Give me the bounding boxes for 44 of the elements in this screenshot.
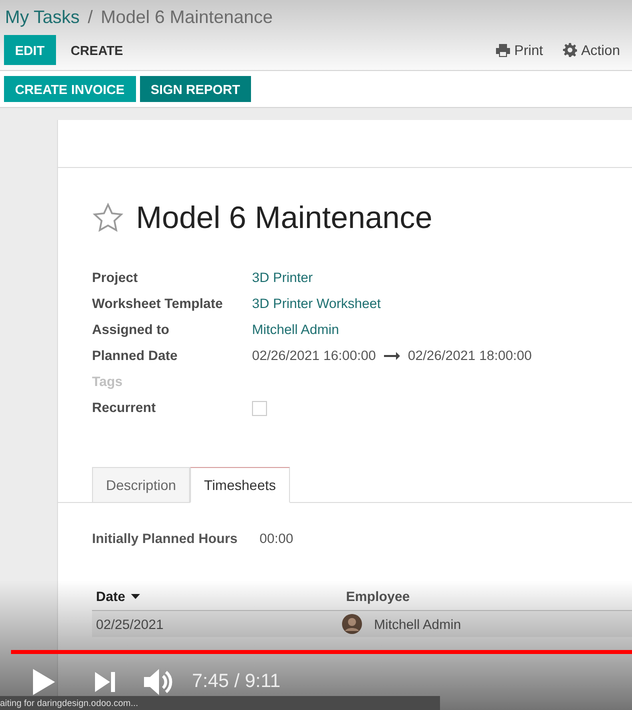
volume-button[interactable] xyxy=(144,668,174,696)
printer-icon xyxy=(496,44,510,56)
task-title: Model 6 Maintenance xyxy=(136,200,432,236)
column-header[interactable]: Employee xyxy=(342,588,632,604)
start-date: 02/26/2021 16:00:00 xyxy=(252,347,376,365)
time-display: 7:45 / 9:11 xyxy=(192,671,280,693)
table-cell-text: Mitchell Admin xyxy=(373,616,462,632)
play-button[interactable] xyxy=(33,669,55,695)
print-button[interactable]: Print xyxy=(488,42,552,58)
tab[interactable]: Description xyxy=(92,467,190,503)
field-label: Assigned to xyxy=(92,321,170,339)
field-value: 00:00 xyxy=(258,531,294,546)
field-label: Tags xyxy=(92,373,124,391)
field-link[interactable]: Mitchell Admin xyxy=(252,320,632,340)
status-text: aiting for daringdesign.odoo.com... xyxy=(0,696,440,710)
arrow-icon xyxy=(384,352,400,360)
gear-icon xyxy=(563,43,578,57)
volume-icon xyxy=(144,668,174,696)
tab[interactable]: Timesheets xyxy=(190,467,290,503)
breadcrumb-separator: / xyxy=(88,6,93,28)
field-link[interactable]: 3D Printer Worksheet xyxy=(252,294,632,314)
create-button[interactable]: CREATE xyxy=(60,35,134,65)
next-icon xyxy=(95,672,116,692)
table-cell-text: 02/25/2021 xyxy=(95,616,165,632)
avatar-icon xyxy=(342,614,362,634)
field-label: Recurrent xyxy=(92,399,157,417)
field-link[interactable]: 3D Printer xyxy=(252,268,632,288)
field-label: Worksheet Template xyxy=(92,295,224,313)
header-button[interactable]: SIGN REPORT xyxy=(140,76,252,102)
star-icon[interactable] xyxy=(92,202,124,234)
recurrent-checkbox[interactable] xyxy=(252,401,267,416)
next-button[interactable] xyxy=(95,672,116,692)
caret-icon xyxy=(131,594,140,598)
edit-button[interactable]: EDIT xyxy=(4,35,56,65)
end-date: 02/26/2021 18:00:00 xyxy=(408,347,532,365)
header-button[interactable]: CREATE INVOICE xyxy=(4,76,136,102)
field-label: Initially Planned Hours xyxy=(92,531,238,546)
field-label: Planned Date xyxy=(92,347,179,365)
play-icon xyxy=(33,669,55,695)
breadcrumb-current: Model 6 Maintenance xyxy=(100,6,273,28)
column-header[interactable]: Date xyxy=(92,588,342,604)
breadcrumb-link[interactable]: My Tasks xyxy=(5,6,80,28)
action-button[interactable]: Action xyxy=(555,42,628,58)
field-label: Project xyxy=(92,269,139,287)
